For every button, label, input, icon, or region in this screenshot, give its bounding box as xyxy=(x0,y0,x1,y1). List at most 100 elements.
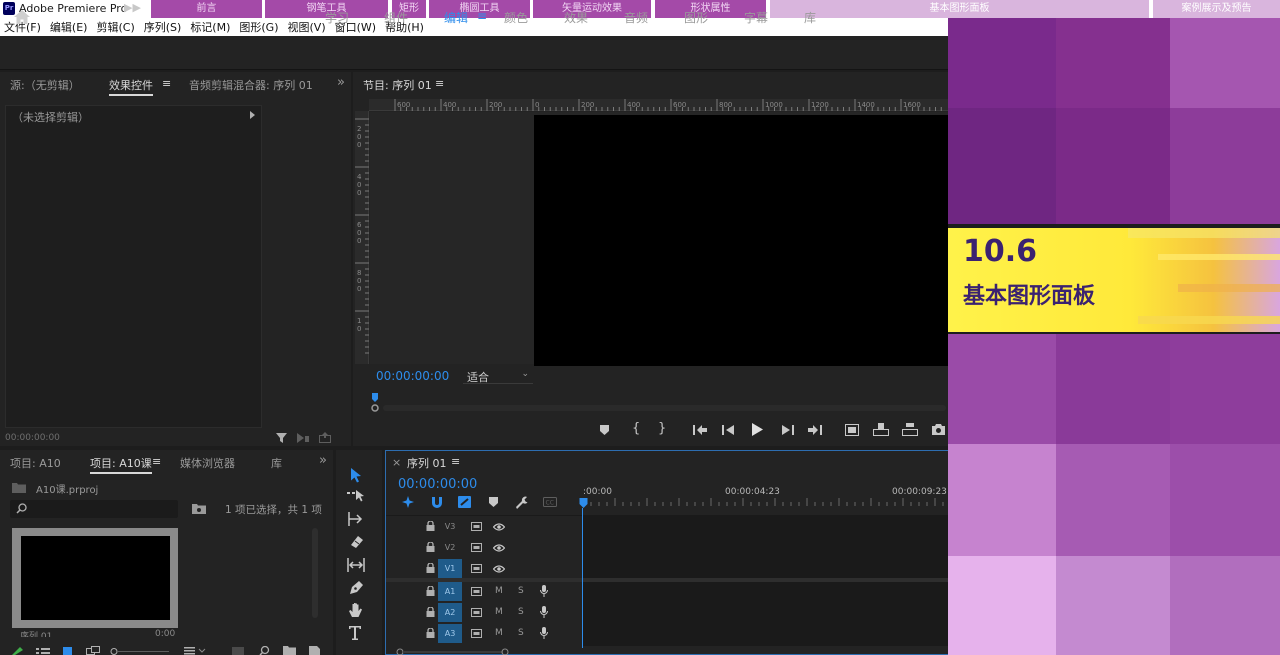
menu-view[interactable]: 视图(V) xyxy=(288,19,326,35)
camera-icon[interactable] xyxy=(932,424,945,435)
tab-project-a10[interactable]: 项目: A10 xyxy=(10,455,61,471)
menu-clip[interactable]: 剪辑(C) xyxy=(96,19,134,35)
timeline-marker-icon[interactable] xyxy=(489,497,498,508)
program-menu-icon[interactable]: ≡ xyxy=(435,77,444,90)
workspace-tab-captions[interactable]: 字幕 xyxy=(744,9,768,26)
workspace-tab-assembly[interactable]: 组件 xyxy=(384,9,408,26)
microphone-icon[interactable] xyxy=(540,627,548,639)
freeform-view-icon[interactable] xyxy=(86,646,100,655)
menu-graphics[interactable]: 图形(G) xyxy=(239,19,278,35)
export-icon[interactable] xyxy=(319,432,331,443)
solo-button[interactable]: S xyxy=(518,628,524,638)
chapter-tab-essential-graphics[interactable]: 基本图形面板 xyxy=(770,0,1149,18)
project-search-input[interactable] xyxy=(10,500,178,518)
track-target-a2[interactable]: A2 xyxy=(438,603,462,622)
tab-project-a10-lesson[interactable]: 项目: A10课 xyxy=(90,455,152,474)
workspace-tab-libraries[interactable]: 库 xyxy=(804,9,816,26)
tab-media-browser[interactable]: 媒体浏览器 xyxy=(180,455,235,471)
tab-source[interactable]: 源:（无剪辑） xyxy=(10,77,80,93)
new-item-icon[interactable] xyxy=(309,646,320,655)
lift-icon[interactable] xyxy=(845,424,859,436)
sequence-thumbnail[interactable] xyxy=(12,528,178,628)
hand-tool-icon[interactable] xyxy=(348,602,364,617)
project-overflow-icon[interactable]: » xyxy=(319,453,327,468)
extract-icon[interactable] xyxy=(873,423,889,436)
menu-sequence[interactable]: 序列(S) xyxy=(144,19,182,35)
lock-icon[interactable] xyxy=(426,542,435,552)
wrench-icon[interactable] xyxy=(515,496,528,509)
tab-effect-controls[interactable]: 效果控件 xyxy=(109,77,153,96)
razor-tool-icon[interactable] xyxy=(348,535,364,549)
workspace-tab-learn[interactable]: 学习 xyxy=(325,9,349,26)
sync-lock-icon[interactable] xyxy=(471,564,482,573)
timeline-playhead-icon[interactable] xyxy=(579,498,588,510)
timeline-menu-icon[interactable]: ≡ xyxy=(451,455,460,468)
workspace-tab-color[interactable]: 颜色 xyxy=(504,9,528,26)
video-tracks-area[interactable] xyxy=(582,516,948,578)
slip-tool-icon[interactable] xyxy=(347,558,365,572)
timeline-zoom-scroll[interactable] xyxy=(393,648,513,655)
track-target-v2[interactable]: V2 xyxy=(438,538,462,557)
zoom-scroll-bar[interactable] xyxy=(383,405,946,411)
chapter-tab-intro[interactable]: 前言 xyxy=(151,0,262,18)
program-monitor-title[interactable]: 节目: 序列 01 xyxy=(363,77,432,93)
panel-overflow-icon[interactable]: » xyxy=(337,75,345,90)
captions-icon[interactable]: CC xyxy=(543,497,557,507)
step-forward-icon[interactable] xyxy=(781,424,794,436)
fit-dropdown[interactable]: 适合 ⌄ xyxy=(463,367,533,384)
new-bin-search-icon[interactable] xyxy=(192,503,206,514)
linked-selection-icon[interactable] xyxy=(458,496,471,508)
workspace-menu-icon[interactable]: ≡ xyxy=(477,9,487,23)
go-to-in-icon[interactable] xyxy=(693,424,707,436)
audio-tracks-area[interactable] xyxy=(582,582,948,646)
expand-arrow-icon[interactable] xyxy=(250,111,255,119)
pencil-icon[interactable] xyxy=(10,646,24,655)
menu-edit[interactable]: 编辑(E) xyxy=(50,19,88,35)
tab-audio-clip-mixer[interactable]: 音频剪辑混合器: 序列 01 xyxy=(189,77,313,93)
eye-icon[interactable] xyxy=(493,523,505,531)
sort-icon[interactable] xyxy=(184,647,208,655)
lock-icon[interactable] xyxy=(426,607,435,617)
track-target-a1[interactable]: A1 xyxy=(438,582,462,601)
chapter-tab-cases-preview[interactable]: 案例展示及预告 xyxy=(1153,0,1280,18)
effect-controls-menu-icon[interactable]: ≡ xyxy=(162,77,171,90)
sync-lock-icon[interactable] xyxy=(471,543,482,552)
mute-button[interactable]: M xyxy=(495,628,503,638)
workspace-tab-editing[interactable]: 编辑 xyxy=(444,9,468,26)
lock-icon[interactable] xyxy=(426,586,435,596)
track-target-v1[interactable]: V1 xyxy=(438,559,462,578)
workspace-tab-effects[interactable]: 效果 xyxy=(564,9,588,26)
nest-sequence-icon[interactable] xyxy=(402,496,414,508)
sync-lock-icon[interactable] xyxy=(471,629,482,638)
workspace-tab-graphics[interactable]: 图形 xyxy=(684,9,708,26)
track-target-v3[interactable]: V3 xyxy=(438,517,462,536)
close-sequence-icon[interactable]: × xyxy=(392,456,401,469)
mark-out-icon[interactable]: } xyxy=(658,421,666,436)
menu-markers[interactable]: 标记(M) xyxy=(190,19,230,35)
microphone-icon[interactable] xyxy=(540,585,548,597)
microphone-icon[interactable] xyxy=(540,606,548,618)
sync-lock-icon[interactable] xyxy=(471,608,482,617)
sync-lock-icon[interactable] xyxy=(471,522,482,531)
playhead-icon[interactable] xyxy=(371,393,379,413)
lock-icon[interactable] xyxy=(426,563,435,573)
eye-icon[interactable] xyxy=(493,544,505,552)
type-tool-icon[interactable] xyxy=(348,625,364,640)
list-view-icon[interactable] xyxy=(36,647,50,655)
solo-button[interactable]: S xyxy=(518,607,524,617)
solo-button[interactable]: S xyxy=(518,586,524,596)
filter-icon[interactable] xyxy=(276,432,287,443)
thumbnail-size-slider[interactable] xyxy=(110,648,170,655)
snap-magnet-icon[interactable] xyxy=(431,497,443,508)
find-icon[interactable] xyxy=(258,646,270,655)
automate-icon[interactable] xyxy=(232,647,244,655)
project-scrollbar[interactable] xyxy=(312,528,318,618)
mute-button[interactable]: M xyxy=(495,586,503,596)
new-bin-icon[interactable] xyxy=(283,646,296,655)
sync-lock-icon[interactable] xyxy=(471,587,482,596)
selection-tool-icon[interactable] xyxy=(349,467,363,483)
play-icon[interactable] xyxy=(751,422,764,437)
insert-icon[interactable] xyxy=(902,423,918,436)
mute-button[interactable]: M xyxy=(495,607,503,617)
timeline-timecode[interactable]: 00:00:00:00 xyxy=(398,477,477,492)
